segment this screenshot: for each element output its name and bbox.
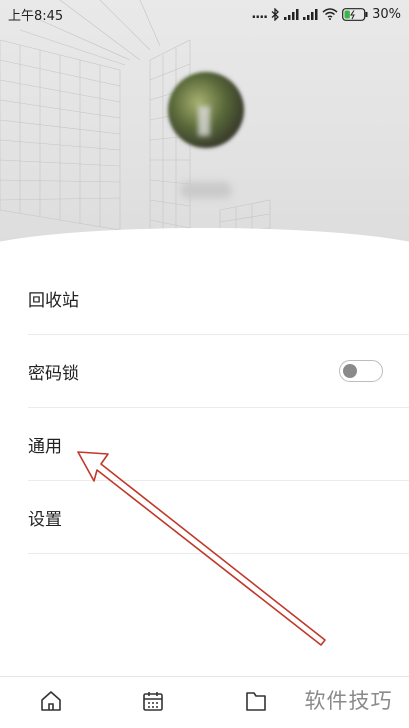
folder-icon <box>244 689 268 717</box>
menu-item-password-lock[interactable]: 密码锁 <box>28 335 409 408</box>
battery-icon <box>342 7 368 21</box>
bluetooth-icon <box>271 7 280 21</box>
nav-folder[interactable] <box>242 689 270 717</box>
app-screen: 上午8:45 .... 30% 回收站 密码锁 通用 设置 软件技巧 <box>0 0 409 728</box>
home-icon <box>39 689 63 717</box>
battery-percent: 30% <box>372 6 401 22</box>
calendar-icon <box>141 689 165 717</box>
signal-dots: .... <box>251 6 268 22</box>
status-bar: 上午8:45 .... 30% <box>0 0 409 28</box>
password-lock-toggle[interactable] <box>339 360 383 382</box>
menu-item-label: 设置 <box>28 509 62 530</box>
status-time: 上午8:45 <box>8 8 64 24</box>
status-icons: .... 30% <box>251 7 401 22</box>
menu-item-recycle-bin[interactable]: 回收站 <box>28 262 409 335</box>
menu-item-label: 通用 <box>28 436 62 457</box>
settings-menu: 回收站 密码锁 通用 设置 <box>28 262 409 554</box>
toggle-knob <box>343 363 357 378</box>
menu-item-general[interactable]: 通用 <box>28 408 409 481</box>
cell-signal-2-icon <box>303 8 318 20</box>
nav-calendar[interactable] <box>139 689 167 717</box>
menu-item-settings[interactable]: 设置 <box>28 481 409 554</box>
menu-item-label: 回收站 <box>28 290 79 311</box>
cell-signal-icon <box>284 8 299 20</box>
watermark: 软件技巧 <box>288 680 409 720</box>
wifi-icon <box>322 8 338 20</box>
avatar[interactable] <box>168 72 244 148</box>
username <box>180 182 232 198</box>
header-curve <box>0 228 409 260</box>
nav-home[interactable] <box>37 689 65 717</box>
profile-header: 上午8:45 .... 30% <box>0 0 409 260</box>
menu-item-label: 密码锁 <box>28 363 79 384</box>
